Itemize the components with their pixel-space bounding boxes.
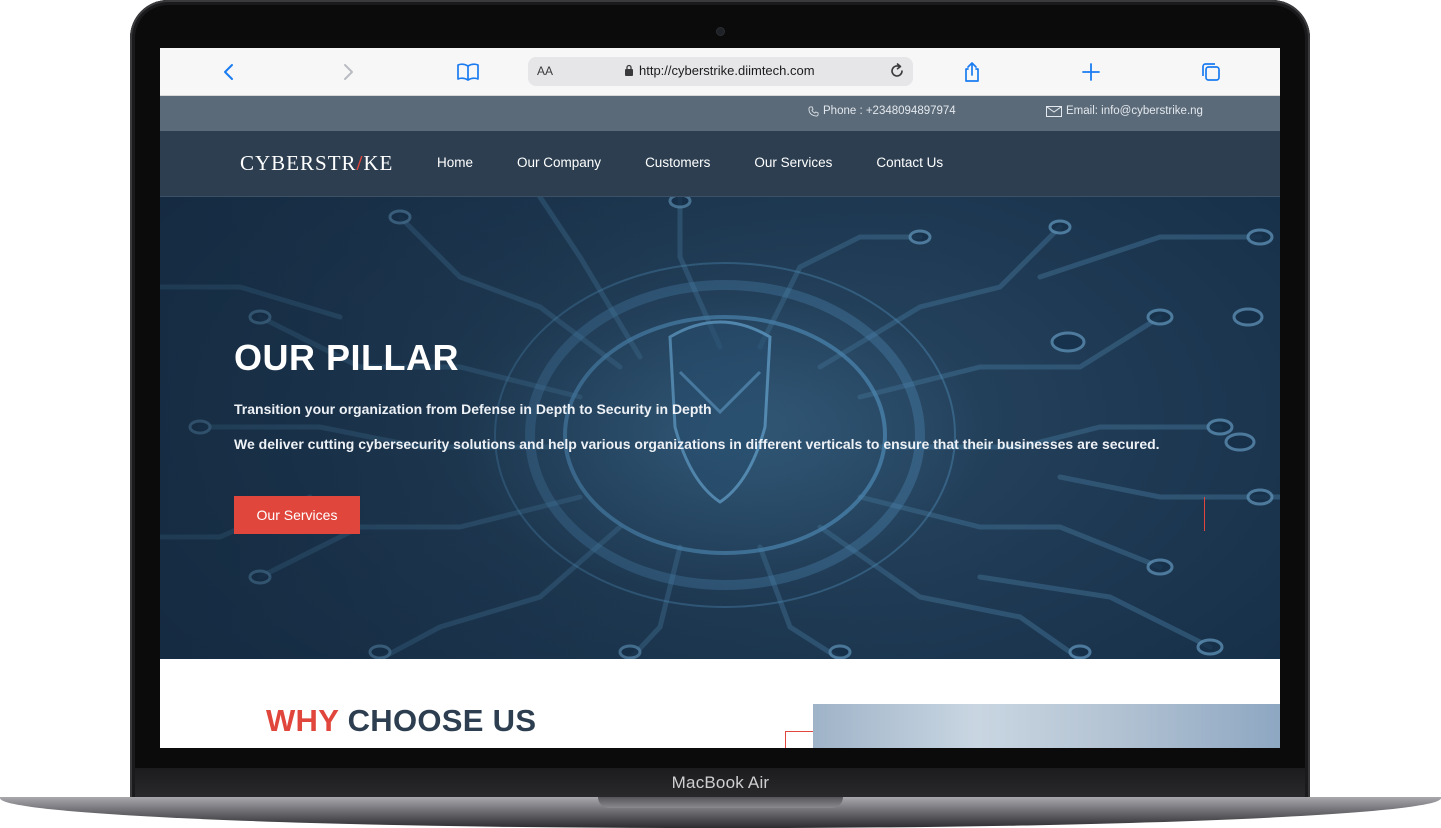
hero-title: OUR PILLAR xyxy=(234,337,459,378)
phone-icon xyxy=(808,106,819,116)
why-choose-us-section: WHY CHOOSE US xyxy=(160,659,1280,748)
tabs-overview-icon[interactable] xyxy=(1199,60,1223,84)
new-tab-icon[interactable] xyxy=(1079,60,1103,84)
webcam xyxy=(717,28,724,35)
slider-indicator[interactable] xyxy=(1204,497,1205,531)
logo-text-start: CYBERSTR xyxy=(240,151,357,175)
nav-our-company[interactable]: Our Company xyxy=(517,155,601,170)
logo-text-end: KE xyxy=(363,151,394,175)
phone-info[interactable]: Phone : +2348094897974 xyxy=(808,105,956,117)
address-bar[interactable]: AA http://cyberstrike.diimtech.com xyxy=(528,57,913,86)
heading-accent: WHY xyxy=(266,703,339,738)
hero-banner: OUR PILLAR Transition your organization … xyxy=(160,197,1280,659)
url-text: http://cyberstrike.diimtech.com xyxy=(639,63,815,78)
nav-links: Home Our Company Customers Our Services … xyxy=(437,155,987,170)
forward-icon[interactable] xyxy=(336,60,360,84)
email-info[interactable]: Email: info@cyberstrike.ng xyxy=(1046,105,1203,117)
main-navigation: CYBERSTR/KE Home Our Company Customers O… xyxy=(160,131,1280,197)
site-logo[interactable]: CYBERSTR/KE xyxy=(240,151,393,176)
browser-toolbar: AA http://cyberstrike.diimtech.com xyxy=(160,48,1280,96)
nav-customers[interactable]: Customers xyxy=(645,155,710,170)
phone-text: Phone : +2348094897974 xyxy=(823,105,956,117)
email-text: Email: info@cyberstrike.ng xyxy=(1066,105,1203,117)
image-frame-accent xyxy=(785,731,814,748)
heading-rest: CHOOSE US xyxy=(347,703,537,738)
lid-opening-notch xyxy=(598,797,843,808)
back-icon[interactable] xyxy=(217,60,241,84)
hero-description: We deliver cutting cybersecurity solutio… xyxy=(234,436,1160,452)
share-icon[interactable] xyxy=(960,60,984,84)
security-card-image xyxy=(813,704,1280,748)
envelope-icon xyxy=(1046,105,1062,117)
nav-our-services[interactable]: Our Services xyxy=(754,155,832,170)
contact-bar: Phone : +2348094897974 Email: info@cyber… xyxy=(160,96,1280,131)
hero-subtitle: Transition your organization from Defens… xyxy=(234,401,712,417)
section-heading: WHY CHOOSE US xyxy=(266,703,536,739)
our-services-button[interactable]: Our Services xyxy=(234,496,360,534)
bookmarks-icon[interactable] xyxy=(456,60,480,84)
lock-icon xyxy=(625,64,633,76)
hero-overlay xyxy=(160,197,1280,659)
device-label: MacBook Air xyxy=(671,773,770,792)
nav-home[interactable]: Home xyxy=(437,155,473,170)
screen: AA http://cyberstrike.diimtech.com Phone… xyxy=(160,48,1280,748)
text-size-button[interactable]: AA xyxy=(537,64,553,78)
nav-contact-us[interactable]: Contact Us xyxy=(876,155,943,170)
reload-icon[interactable] xyxy=(887,61,907,81)
